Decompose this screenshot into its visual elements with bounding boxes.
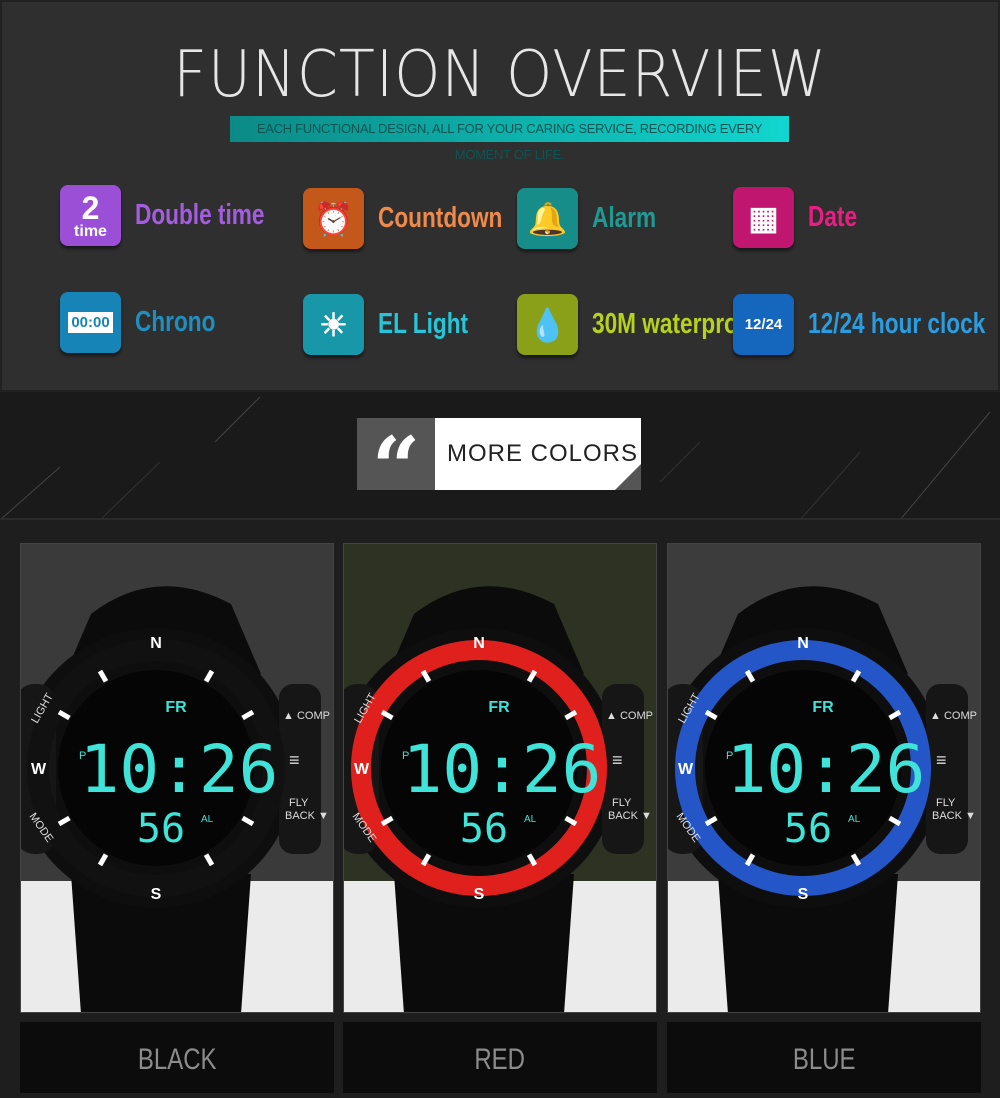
color-name: RED [474, 1043, 526, 1076]
feature-label: Double time [135, 199, 265, 231]
water-drop-icon: 💧 [517, 294, 578, 355]
time-display: 10:26 [727, 731, 926, 808]
stopwatch-display-icon: 00:00 [60, 292, 121, 353]
day-display: FR [165, 699, 187, 716]
feature-date: ▦ Date [733, 187, 871, 248]
feature-12-24-hour-clock: 12/24 12/24 hour clock [733, 294, 1000, 355]
time-display: 10:26 [403, 731, 602, 808]
more-colors-banner: “ MORE COLORS [357, 418, 641, 517]
comp-button-label: ▲ COMP [606, 710, 653, 722]
compass-s: S [151, 886, 162, 903]
watch-image: N W S LIGHT MODE ▲ COMP ≡ FLY BACK ▼ FR … [668, 586, 977, 1012]
color-label-blue[interactable]: BLUE [667, 1022, 981, 1093]
subtitle-banner: EACH FUNCTIONAL DESIGN, ALL FOR YOUR CAR… [230, 116, 789, 162]
back-button-label: BACK ▼ [285, 810, 329, 822]
feature-label: EL Light [378, 308, 469, 340]
menu-button-icon: ≡ [289, 750, 300, 770]
feature-label: 12/24 hour clock [808, 308, 986, 340]
color-label-black[interactable]: BLACK [20, 1022, 334, 1093]
compass-n: N [473, 635, 485, 652]
light-bulb-icon: ☀ [303, 294, 364, 355]
watch-card-red[interactable]: N W S LIGHT MODE ▲ COMP ≡ FLY BACK ▼ FR … [343, 543, 657, 1013]
feature-double-time: 2 time Double time [60, 185, 301, 246]
compass-n: N [797, 635, 809, 652]
feature-label: Date [808, 201, 858, 233]
corner-triangle [615, 464, 641, 490]
watch-image: N W S LIGHT MODE ▲ COMP ≡ FLY BACK ▼ FR … [21, 586, 330, 1012]
quote-icon: “ [357, 418, 435, 517]
fly-button-label: FLY [289, 797, 309, 809]
compass-w: W [678, 761, 694, 778]
fly-button-label: FLY [936, 797, 956, 809]
menu-button-icon: ≡ [936, 750, 947, 770]
alarm-clock-icon: ⏰ [303, 188, 364, 249]
watch-card-blue[interactable]: N W S LIGHT MODE ▲ COMP ≡ FLY BACK ▼ FR … [667, 543, 981, 1013]
day-display: FR [812, 699, 834, 716]
alarm-indicator: AL [201, 814, 214, 825]
feature-alarm: 🔔 Alarm [517, 188, 674, 249]
page-title: FUNCTION OVERVIEW [173, 38, 827, 112]
compass-w: W [354, 761, 370, 778]
feature-label: Alarm [592, 202, 657, 234]
compass-n: N [150, 635, 162, 652]
watch-card-black[interactable]: N W S LIGHT MODE ▲ COMP ≡ FLY BACK ▼ FR … [20, 543, 334, 1013]
more-colors-section: “ MORE COLORS [0, 392, 1000, 520]
color-name: BLUE [792, 1043, 856, 1076]
seconds-display: 56 [137, 806, 185, 852]
feature-label: Chrono [135, 306, 216, 338]
function-overview-section: FUNCTION OVERVIEW EACH FUNCTIONAL DESIGN… [0, 0, 1000, 392]
alarm-indicator: AL [848, 814, 861, 825]
seconds-display: 56 [460, 806, 508, 852]
compass-s: S [798, 886, 809, 903]
color-label-red[interactable]: RED [343, 1022, 657, 1093]
two-time-icon: 2 time [60, 185, 121, 246]
feature-chrono: 00:00 Chrono [60, 292, 238, 353]
feature-countdown: ⏰ Countdown [303, 188, 537, 249]
compass-s: S [474, 886, 485, 903]
alarm-indicator: AL [524, 814, 537, 825]
calendar-icon: ▦ [733, 187, 794, 248]
back-button-label: BACK ▼ [608, 810, 652, 822]
feature-label: Countdown [378, 202, 503, 234]
hour-format-icon: 12/24 [733, 294, 794, 355]
feature-el-light: ☀ EL Light [303, 294, 493, 355]
bell-icon: 🔔 [517, 188, 578, 249]
comp-button-label: ▲ COMP [930, 710, 977, 722]
compass-w: W [31, 761, 47, 778]
watch-image: N W S LIGHT MODE ▲ COMP ≡ FLY BACK ▼ FR … [344, 586, 653, 1012]
comp-button-label: ▲ COMP [283, 710, 330, 722]
back-button-label: BACK ▼ [932, 810, 976, 822]
day-display: FR [488, 699, 510, 716]
seconds-display: 56 [784, 806, 832, 852]
time-display: 10:26 [80, 731, 279, 808]
color-name: BLACK [137, 1043, 217, 1076]
fly-button-label: FLY [612, 797, 632, 809]
more-colors-label: MORE COLORS [447, 440, 639, 467]
menu-button-icon: ≡ [612, 750, 623, 770]
